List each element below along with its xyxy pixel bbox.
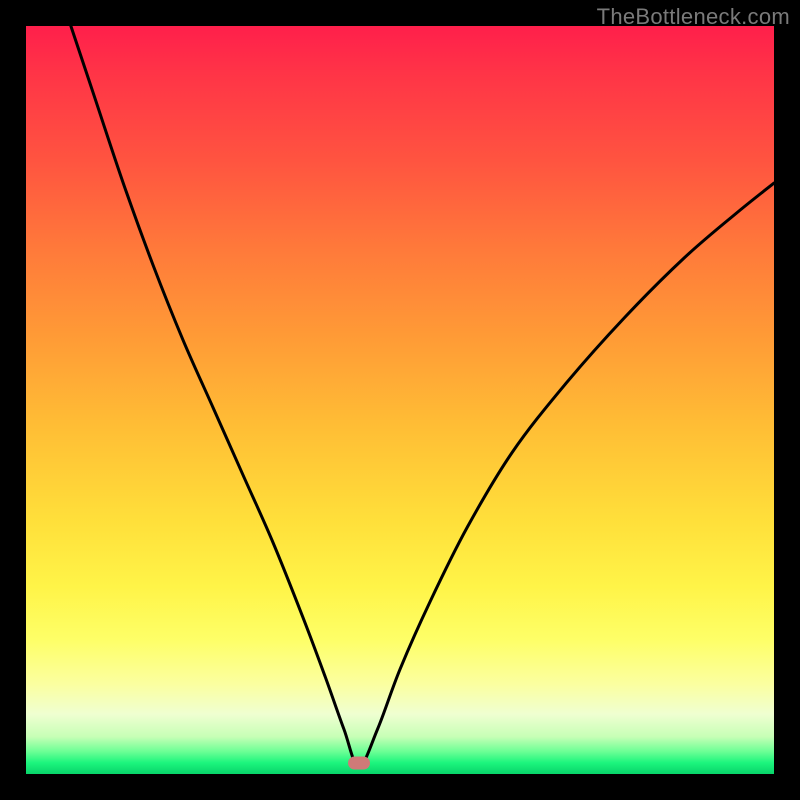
optimal-point-marker (348, 756, 370, 769)
watermark-text: TheBottleneck.com (597, 4, 790, 30)
curve-svg (26, 26, 774, 774)
bottleneck-curve (71, 26, 774, 767)
